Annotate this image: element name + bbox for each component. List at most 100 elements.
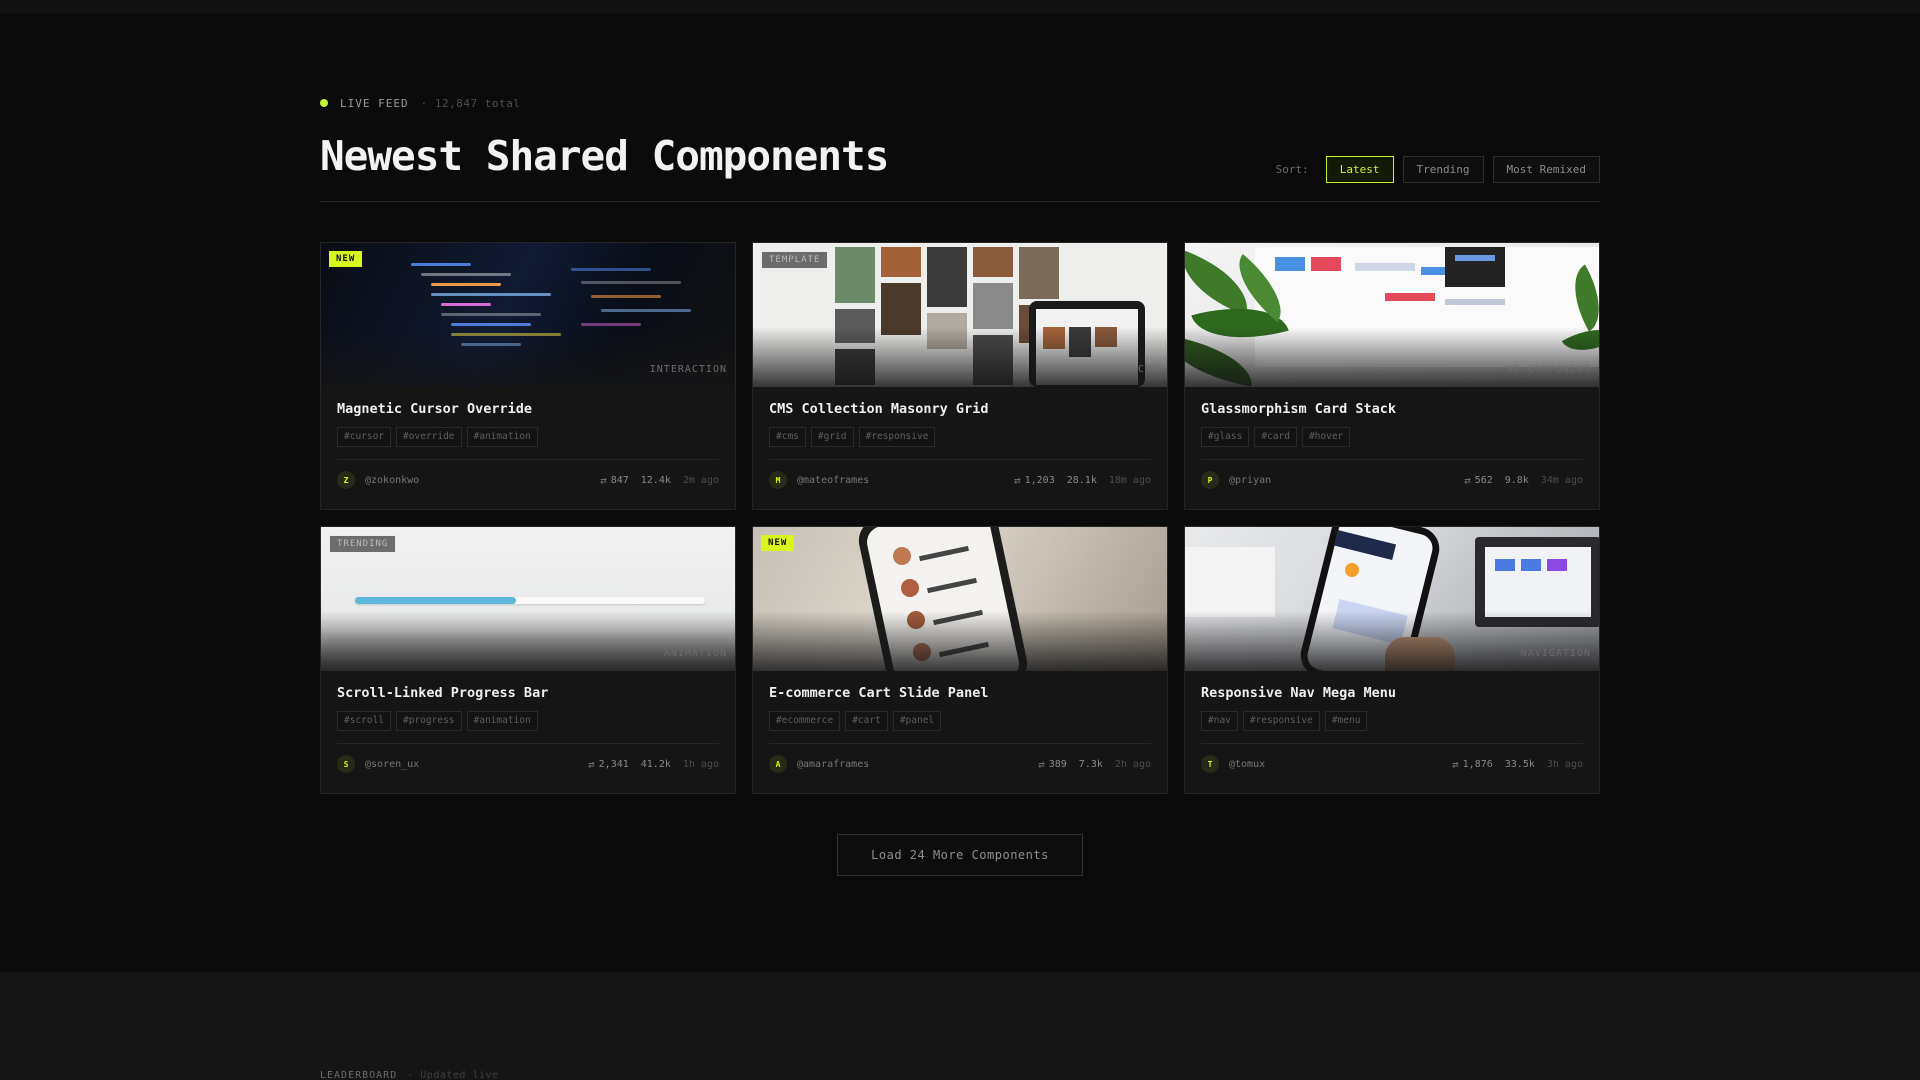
author-handle[interactable]: @tomux [1229, 759, 1265, 770]
leaderboard-section: LEADERBOARD · Updated live [0, 972, 1920, 1080]
timestamp: 2m ago [682, 474, 719, 486]
progress-fill [355, 597, 516, 604]
card-meta: P @priyan ⇄ 562 9.8k 34m ago [1201, 470, 1583, 490]
components-grid: NEW INTERACTION Magnetic Cursor Override… [320, 242, 1600, 794]
tag[interactable]: #animation [466, 427, 538, 447]
tag[interactable]: #override [396, 427, 462, 447]
divider [769, 459, 1151, 460]
card-meta: A @amaraframes ⇄ 389 7.3k 2h ago [769, 754, 1151, 774]
sort-most-remixed-button[interactable]: Most Remixed [1492, 156, 1600, 183]
timestamp: 3h ago [1546, 758, 1583, 770]
author-handle[interactable]: @mateoframes [797, 475, 869, 486]
tag[interactable]: #menu [1324, 711, 1368, 731]
card-meta: Z @zokonkwo ⇄ 847 12.4k 2m ago [337, 470, 719, 490]
card-title[interactable]: Responsive Nav Mega Menu [1201, 685, 1583, 705]
remix-icon: ⇄ [1452, 757, 1459, 771]
avatar[interactable]: S [337, 755, 355, 773]
tag[interactable]: #hover [1301, 427, 1351, 447]
live-dot-icon [320, 99, 328, 107]
header-row: Newest Shared Components Sort: Latest Tr… [320, 122, 1600, 202]
new-badge: NEW [761, 535, 795, 551]
tag[interactable]: #cms [769, 427, 806, 447]
tag[interactable]: #responsive [1242, 711, 1320, 731]
card-title[interactable]: Glassmorphism Card Stack [1201, 401, 1583, 421]
card-meta: T @tomux ⇄ 1,876 33.5k 3h ago [1201, 754, 1583, 774]
view-count: 41.2k [640, 758, 671, 770]
author-handle[interactable]: @priyan [1229, 475, 1271, 486]
live-feed-indicator: LIVE FEED · 12,847 total [320, 96, 1600, 110]
template-badge: TEMPLATE [761, 251, 829, 269]
component-card[interactable]: TRENDING ANIMATION Scroll-Linked Progres… [320, 526, 736, 794]
avatar[interactable]: P [1201, 471, 1219, 489]
view-count: 28.1k [1066, 474, 1097, 486]
card-thumbnail: TEMPLATE CMS [753, 243, 1167, 387]
leaderboard-subtitle: · Updated live [407, 1070, 499, 1080]
author-handle[interactable]: @soren_ux [365, 759, 419, 770]
avatar[interactable]: T [1201, 755, 1219, 773]
card-title[interactable]: Magnetic Cursor Override [337, 401, 719, 421]
author-handle[interactable]: @amaraframes [797, 759, 869, 770]
divider [1201, 743, 1583, 744]
tag[interactable]: #cursor [337, 427, 392, 447]
component-card[interactable]: NEW E-commerce Cart Slide Panel #ecommer… [752, 526, 1168, 794]
remix-count: 2,341 [598, 758, 629, 770]
category-label: UI COMPONENT [1506, 364, 1591, 375]
tag-list: #cms #grid #responsive [769, 427, 1151, 447]
card-title[interactable]: CMS Collection Masonry Grid [769, 401, 1151, 421]
sort-trending-button[interactable]: Trending [1402, 156, 1484, 183]
live-feed-label: LIVE FEED [340, 96, 409, 110]
remix-icon: ⇄ [588, 757, 595, 771]
tag[interactable]: #panel [892, 711, 942, 731]
card-thumbnail: NEW [753, 527, 1167, 671]
tag-list: #scroll #progress #animation [337, 711, 719, 731]
remix-icon: ⇄ [1464, 473, 1471, 487]
divider [337, 459, 719, 460]
top-strip [0, 0, 1920, 14]
tag[interactable]: #card [1254, 427, 1297, 447]
category-label: ANIMATION [663, 648, 727, 659]
category-label: CMS [1137, 364, 1159, 375]
sort-label: Sort: [1275, 163, 1309, 176]
timestamp: 18m ago [1108, 474, 1151, 486]
tag[interactable]: #scroll [337, 711, 392, 731]
remix-icon: ⇄ [1014, 473, 1021, 487]
avatar[interactable]: A [769, 755, 787, 773]
card-meta: M @mateoframes ⇄ 1,203 28.1k 18m ago [769, 470, 1151, 490]
remix-count: 1,203 [1024, 474, 1055, 486]
view-count: 7.3k [1078, 758, 1103, 770]
avatar[interactable]: M [769, 471, 787, 489]
sort-controls: Sort: Latest Trending Most Remixed [1276, 156, 1600, 183]
card-thumbnail: UI COMPONENT [1185, 243, 1599, 387]
tag[interactable]: #responsive [858, 427, 936, 447]
tag[interactable]: #glass [1201, 427, 1250, 447]
timestamp: 2h ago [1114, 758, 1151, 770]
remix-icon: ⇄ [600, 473, 607, 487]
card-title[interactable]: Scroll-Linked Progress Bar [337, 685, 719, 705]
tag[interactable]: #ecommerce [769, 711, 841, 731]
remix-count: 389 [1048, 758, 1067, 770]
load-more-button[interactable]: Load 24 More Components [837, 834, 1083, 876]
remix-count: 1,876 [1462, 758, 1493, 770]
components-section: LIVE FEED · 12,847 total Newest Shared C… [320, 96, 1600, 876]
component-card[interactable]: NEW INTERACTION Magnetic Cursor Override… [320, 242, 736, 510]
tag[interactable]: #cart [845, 711, 888, 731]
avatar[interactable]: Z [337, 471, 355, 489]
component-card[interactable]: UI COMPONENT Glassmorphism Card Stack #g… [1184, 242, 1600, 510]
view-count: 9.8k [1504, 474, 1529, 486]
view-count: 33.5k [1504, 758, 1535, 770]
tag[interactable]: #progress [396, 711, 462, 731]
card-title[interactable]: E-commerce Cart Slide Panel [769, 685, 1151, 705]
remix-count: 562 [1474, 474, 1493, 486]
author-handle[interactable]: @zokonkwo [365, 475, 419, 486]
card-thumbnail: TRENDING ANIMATION [321, 527, 735, 671]
trending-badge: TRENDING [329, 535, 397, 553]
tag-list: #glass #card #hover [1201, 427, 1583, 447]
component-card[interactable]: TEMPLATE CMS CMS Collection Masonry Grid… [752, 242, 1168, 510]
component-card[interactable]: NAVIGATION Responsive Nav Mega Menu #nav… [1184, 526, 1600, 794]
sort-latest-button[interactable]: Latest [1325, 156, 1394, 183]
tag-list: #nav #responsive #menu [1201, 711, 1583, 731]
card-meta: S @soren_ux ⇄ 2,341 41.2k 1h ago [337, 754, 719, 774]
tag[interactable]: #nav [1201, 711, 1238, 731]
tag[interactable]: #grid [810, 427, 854, 447]
tag[interactable]: #animation [466, 711, 538, 731]
